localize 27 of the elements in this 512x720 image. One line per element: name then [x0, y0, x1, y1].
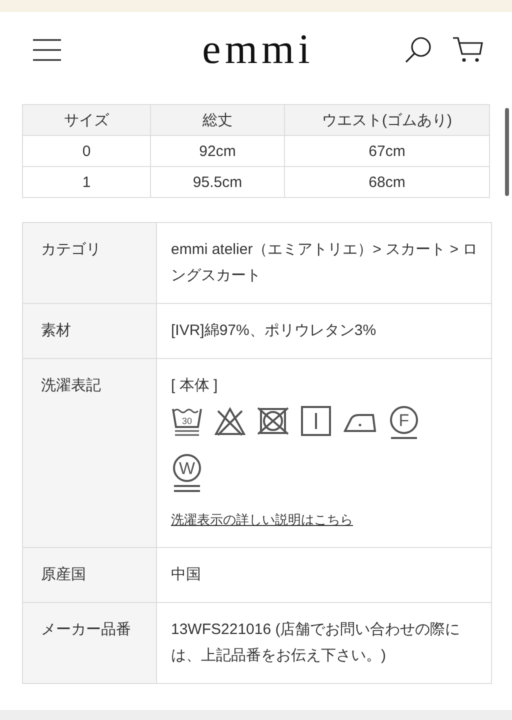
search-icon[interactable]: [404, 36, 432, 64]
detail-label: カテゴリ: [23, 223, 157, 303]
care-guide-link[interactable]: 洗濯表示の詳しい説明はこちら: [171, 507, 353, 533]
table-cell: 92cm: [150, 136, 284, 166]
column-header: サイズ: [22, 104, 150, 136]
table-cell: 0: [22, 136, 150, 166]
table-cell: 1: [22, 166, 150, 198]
menu-icon[interactable]: [32, 38, 62, 62]
brand-logo[interactable]: emmi: [202, 26, 314, 74]
column-header: 総丈: [150, 104, 284, 136]
detail-label: 素材: [23, 304, 157, 358]
detail-value: emmi atelier（エミアトリエ）> スカート > ロングスカート: [170, 240, 479, 286]
detail-value: 中国: [170, 565, 202, 585]
table-cell: 95.5cm: [150, 166, 284, 198]
detail-label: 洗濯表記: [23, 359, 157, 547]
crossed-square-circle-icon: [257, 405, 289, 437]
section-label: [ 本体 ]: [171, 376, 219, 396]
detail-value: 13WFS221016 (店舗でお問い合わせの際には、上記品番をお伝え下さい。): [170, 620, 462, 666]
detail-label: 原産国: [23, 548, 157, 602]
detail-value: [IVR]綿97%、ポリウレタン3%: [170, 321, 378, 341]
column-header: ウエスト(ゴムあり): [284, 104, 490, 136]
cart-icon[interactable]: [452, 36, 484, 64]
scrollbar[interactable]: [505, 108, 509, 196]
crossed-triangle-icon: [214, 405, 246, 437]
detail-label: メーカー品番: [23, 603, 157, 683]
table-cell: 68cm: [284, 166, 490, 198]
table-cell: 67cm: [284, 136, 490, 166]
